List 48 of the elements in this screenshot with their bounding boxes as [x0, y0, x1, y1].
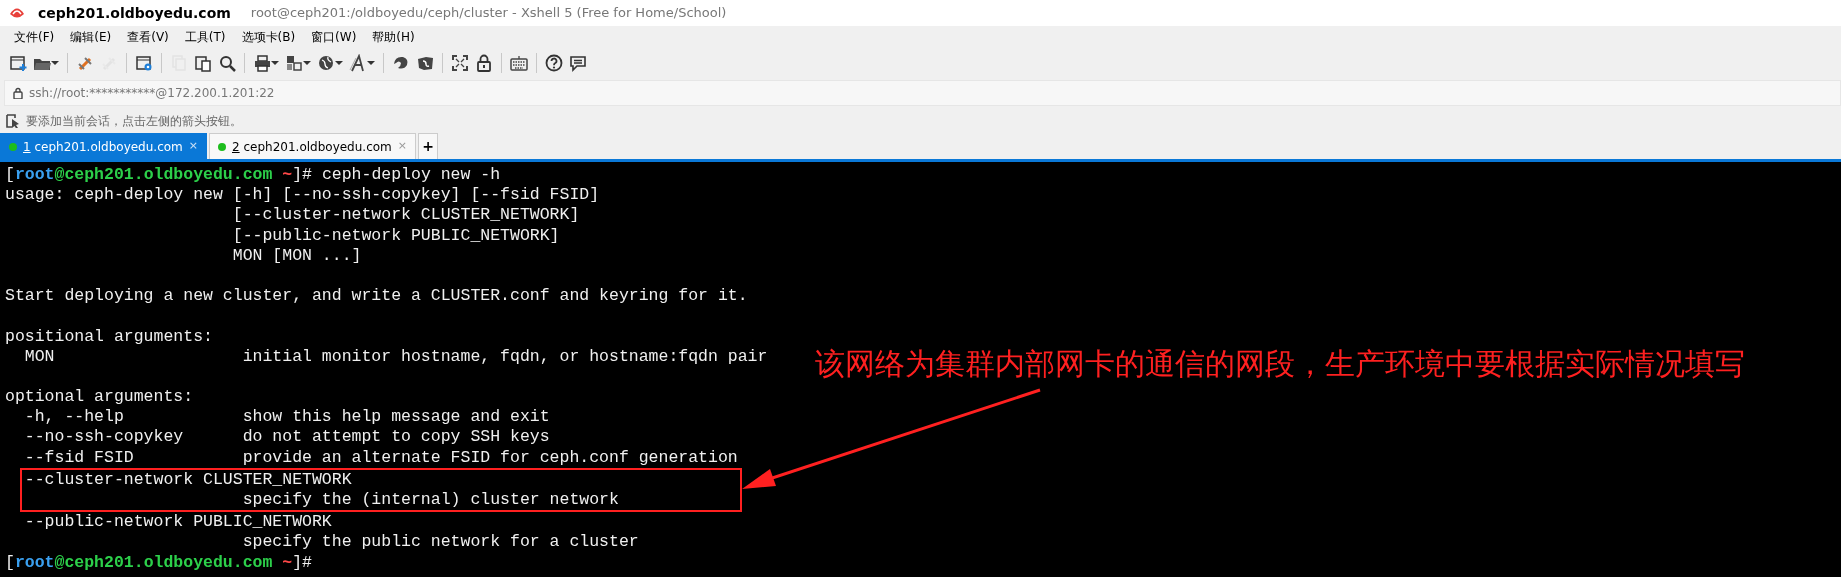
menu-item[interactable]: 选项卡(B)	[233, 26, 304, 48]
terminal-line: usage: ceph-deploy new [-h] [--no-ssh-copykey] [--fsid FSID]	[5, 185, 600, 206]
terminal-prompt-line: [root@ceph201.oldboyedu.com ~]# ceph-deploy new -h	[5, 165, 501, 186]
menu-item[interactable]: 帮助(H)	[364, 26, 423, 48]
terminal-prompt-line: [root@ceph201.oldboyedu.com ~]#	[5, 552, 312, 573]
terminal-line: MON [MON ...]	[231, 245, 362, 266]
new-tab-button[interactable]: +	[418, 133, 438, 159]
terminal-line: Start deploying a new cluster, and write a CLUSTER.conf and keyring for it.	[5, 286, 748, 307]
window-title: root@ceph201:/oldboyedu/ceph/cluster - Xshell 5 (Free for Home/School)	[250, 4, 727, 23]
terminal-line: specify the (internal) cluster network	[241, 490, 619, 511]
transfer-icon[interactable]	[285, 54, 303, 72]
caret-icon[interactable]	[51, 60, 59, 66]
terminal-line: positional arguments:	[5, 326, 213, 347]
terminal-line: --no-ssh-copykey do not attempt to copy SSH keys	[23, 427, 550, 448]
menu-item[interactable]: 查看(V)	[119, 26, 177, 48]
terminal-line: --fsid FSID provide an alternate FSID for ceph.conf generation	[23, 447, 738, 468]
session-tab[interactable]: 2 ceph201.oldboyedu.com ×	[209, 133, 416, 159]
status-dot-icon	[218, 142, 226, 151]
tab-label: 2 ceph201.oldboyedu.com	[232, 138, 392, 156]
font-icon[interactable]	[349, 54, 367, 72]
lock-icon	[13, 87, 23, 99]
terminal-line: specify the public network for a cluster	[241, 532, 639, 553]
address-text: ssh://root:***********@172.200.1.201:22	[29, 85, 275, 102]
session-tab[interactable]: 1 ceph201.oldboyedu.com ×	[0, 133, 207, 159]
hint-text: 要添加当前会话，点击左侧的箭头按钮。	[26, 113, 242, 130]
menu-item[interactable]: 窗口(W)	[303, 26, 365, 48]
caret-icon[interactable]	[335, 60, 343, 66]
caret-icon[interactable]	[303, 60, 311, 66]
caret-icon[interactable]	[271, 60, 279, 66]
terminal-line: -h, --help show this help message and exit	[23, 407, 550, 428]
window-host-title: ceph201.oldboyedu.com	[38, 3, 231, 23]
terminal-line: --public-network PUBLIC_NETWORK	[23, 512, 332, 533]
terminal-line: --cluster-network CLUSTER_NETWORK	[23, 469, 352, 490]
terminal-line: optional arguments:	[5, 387, 194, 408]
menu-item[interactable]: 文件(F)	[6, 26, 63, 48]
printer-icon[interactable]	[253, 54, 271, 72]
terminal-line: [--cluster-network CLUSTER_NETWORK]	[231, 205, 580, 226]
tab-close-button[interactable]: ×	[188, 138, 198, 155]
menu-item[interactable]: 编辑(E)	[62, 26, 120, 48]
caret-icon[interactable]	[367, 60, 375, 66]
annotation-text: 该网络为集群内部网卡的通信的网段，生产环境中要根据实际情况填写	[815, 346, 1745, 382]
tab-label: 1 ceph201.oldboyedu.com	[23, 138, 183, 156]
terminal-line: MON initial monitor hostname, fqdn, or hostname:fqdn pair	[23, 346, 768, 367]
menu-item[interactable]: 工具(T)	[176, 26, 234, 48]
status-dot-icon	[9, 142, 17, 151]
globe-icon[interactable]	[317, 54, 335, 72]
arrow-cursor-icon[interactable]	[6, 114, 20, 128]
terminal-line: [--public-network PUBLIC_NETWORK]	[231, 225, 560, 246]
